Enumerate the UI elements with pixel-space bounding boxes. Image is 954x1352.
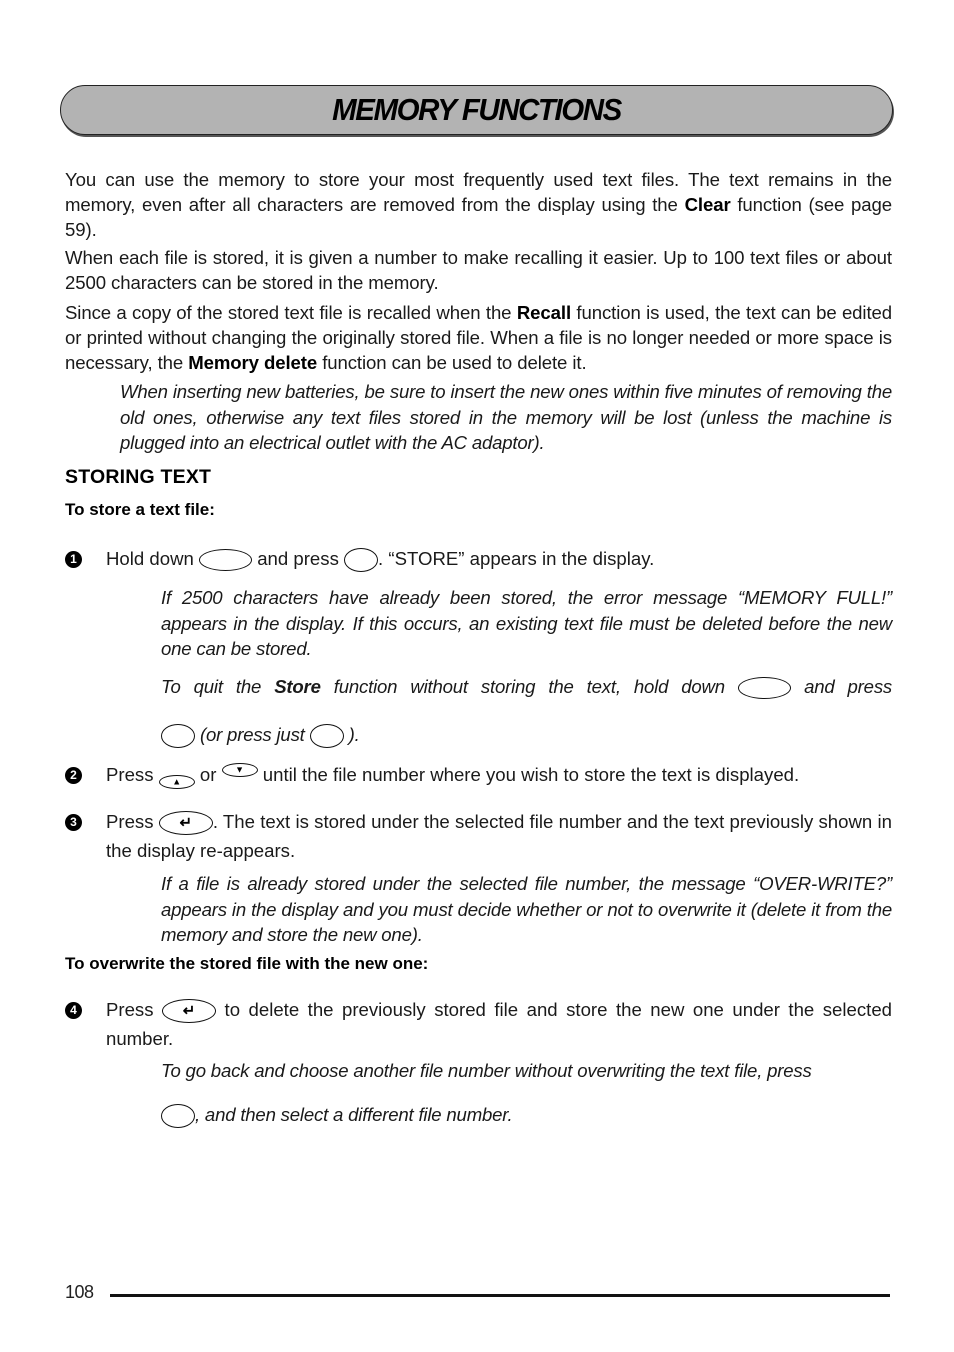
step-1-note-memory-full: If 2500 characters have already been sto… [161,587,892,659]
footer-rule [110,1294,890,1297]
step-3-text: Press [106,811,154,832]
enter-glyph: ↵ [182,1002,196,1020]
down-arrow-key-icon: ▼ [221,763,258,777]
quit-note-end: ). [348,724,360,745]
step-2-text-end: until the file number where you wish to … [262,764,800,785]
recall-function-label: Recall [516,302,572,323]
up-arrow-glyph: ▲ [172,776,182,787]
step-2-text: Press [106,764,154,785]
step-3: Press ↵. The text is stored under the se… [106,807,892,865]
code-key-icon [738,677,791,700]
cancel-key-icon [309,724,344,749]
subheading-store-text-file: To store a text file: [65,500,215,519]
cancel-key-icon [161,1104,195,1129]
step-number-1: 1 [65,551,82,568]
store-function-label: Store [274,676,321,697]
page-number: 108 [65,1282,94,1302]
step-1: Hold down and press . “STORE” appears in… [106,544,892,573]
intro-paragraph-2: When each file is stored, it is given a … [65,247,892,293]
step-4-text: Press [106,999,154,1020]
step-1-text-end: . “STORE” appears in the display. [378,548,655,569]
step-3-note-overwrite: If a file is already stored under the se… [161,873,892,945]
step-1-text: Hold down [106,548,194,569]
subheading-overwrite: To overwrite the stored file with the ne… [65,954,429,973]
step-4-text-end: to delete the previously stored file and… [106,999,893,1049]
intro-paragraph-1: You can use the memory to store your mos… [65,167,892,242]
section-heading-storing-text: STORING TEXT [65,466,212,488]
step-4-note-go-back: To go back and choose another file numbe… [161,1060,812,1081]
step-number-4: 4 [65,1002,82,1019]
step-3-text-end: . The text is stored under the selected … [106,811,892,861]
memory-delete-function-label: Memory delete [188,352,318,373]
quit-note-or-press-just: (or press just [199,724,305,745]
step-4: Press ↵ to delete the previously stored … [106,995,892,1053]
intro-p3-text-end: function can be used to delete it. [317,352,587,373]
quit-note-text: To quit the [161,676,275,697]
code-key-icon [199,549,253,572]
step-1-note-quit: To quit the Store function without stori… [161,674,892,700]
step-1-text-mid: and press [257,548,339,569]
store-key-icon [344,548,379,573]
down-arrow-glyph: ▼ [235,764,245,775]
page-title: MEMORY FUNCTIONS [332,92,622,127]
quit-note-text-mid: function without storing the text, hold … [320,676,725,697]
enter-key-icon: ↵ [162,999,217,1024]
quit-note-text-and-press: and press [804,676,893,697]
enter-key-icon: ↵ [158,811,213,836]
enter-glyph: ↵ [179,814,193,832]
intro-paragraph-3: Since a copy of the stored text file is … [65,300,892,375]
up-arrow-key-icon: ▲ [158,775,195,789]
step-number-3: 3 [65,814,82,831]
go-back-note-end: , and then select a different file numbe… [195,1104,513,1125]
step-1-note-quit-cont: (or press just ). [161,722,892,749]
intro-p3-text: Since a copy of the stored text file is … [65,302,517,323]
store-key-icon [161,724,195,749]
clear-function-label: Clear [684,194,731,215]
step-number-2: 2 [65,767,82,784]
battery-note: When inserting new batteries, be sure to… [120,381,892,453]
step-2-text-or: or [199,764,217,785]
step-4-note-go-back-cont: , and then select a different file numbe… [161,1102,892,1129]
step-2: Press ▲ or ▼ until the file number where… [106,760,892,789]
